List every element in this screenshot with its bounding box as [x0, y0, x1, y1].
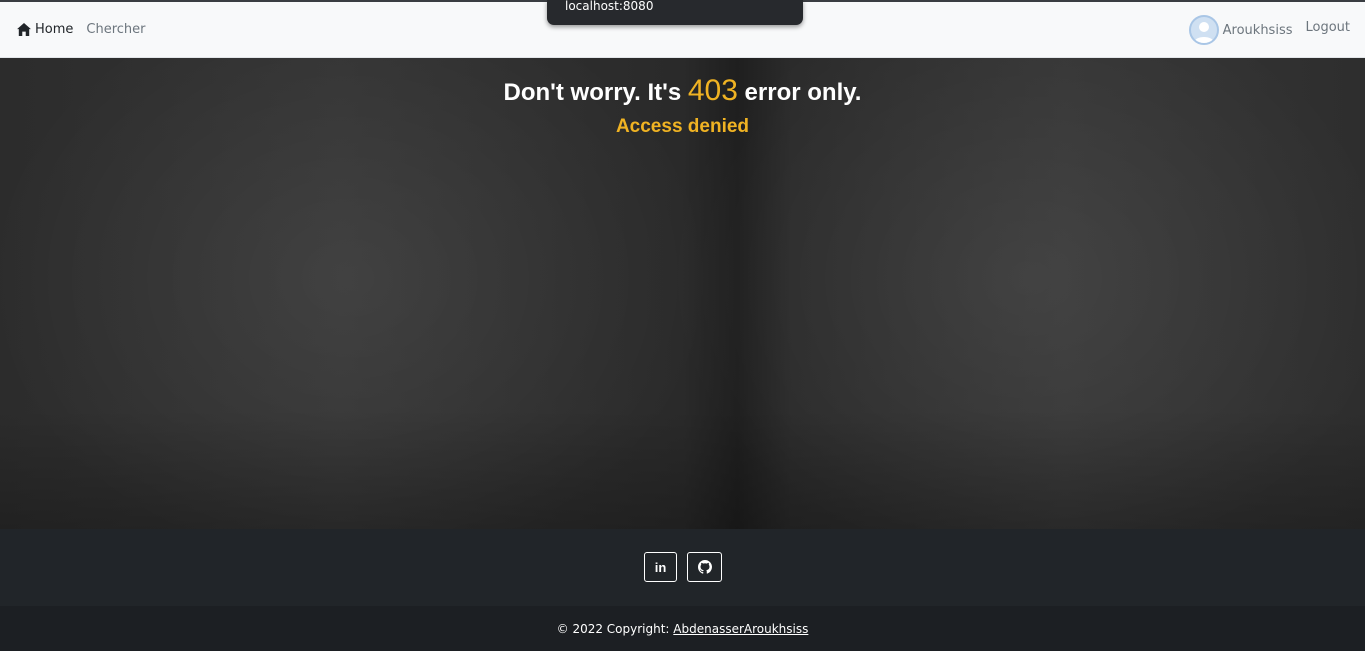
github-button[interactable] [687, 552, 722, 582]
nav-search-link[interactable]: Chercher [86, 22, 145, 37]
username: Aroukhsiss [1222, 22, 1293, 38]
headline-prefix: Don't worry. It's [503, 79, 688, 106]
footer-copyright: © 2022 Copyright: AbdenasserAroukhsiss [0, 606, 1365, 651]
home-icon [17, 23, 31, 36]
nav-right: Aroukhsiss Logout [1188, 15, 1350, 45]
nav-home-label: Home [35, 22, 74, 37]
logout-link[interactable]: Logout [1305, 20, 1350, 35]
github-icon [697, 560, 712, 574]
error-main: Don't worry. It's 403 error only. Access… [0, 58, 1365, 529]
linkedin-button[interactable]: in [644, 552, 677, 582]
user-avatar-icon[interactable] [1188, 15, 1219, 45]
error-subtitle: Access denied [615, 116, 750, 137]
error-code: 403 [687, 74, 738, 107]
linkedin-icon: in [654, 559, 667, 575]
footer-social: in [0, 529, 1365, 606]
headline-suffix: error only. [737, 79, 862, 106]
copyright-text: © 2022 Copyright: [556, 622, 674, 636]
nav-left: Home Chercher [17, 22, 146, 37]
error-headline: Don't worry. It's 403 error only. [0, 74, 1365, 108]
copyright-author-link[interactable]: AbdenasserAroukhsiss [673, 622, 808, 636]
nav-home-link[interactable]: Home [17, 22, 73, 37]
url-hover-tooltip: localhost:8080 [547, 0, 803, 25]
